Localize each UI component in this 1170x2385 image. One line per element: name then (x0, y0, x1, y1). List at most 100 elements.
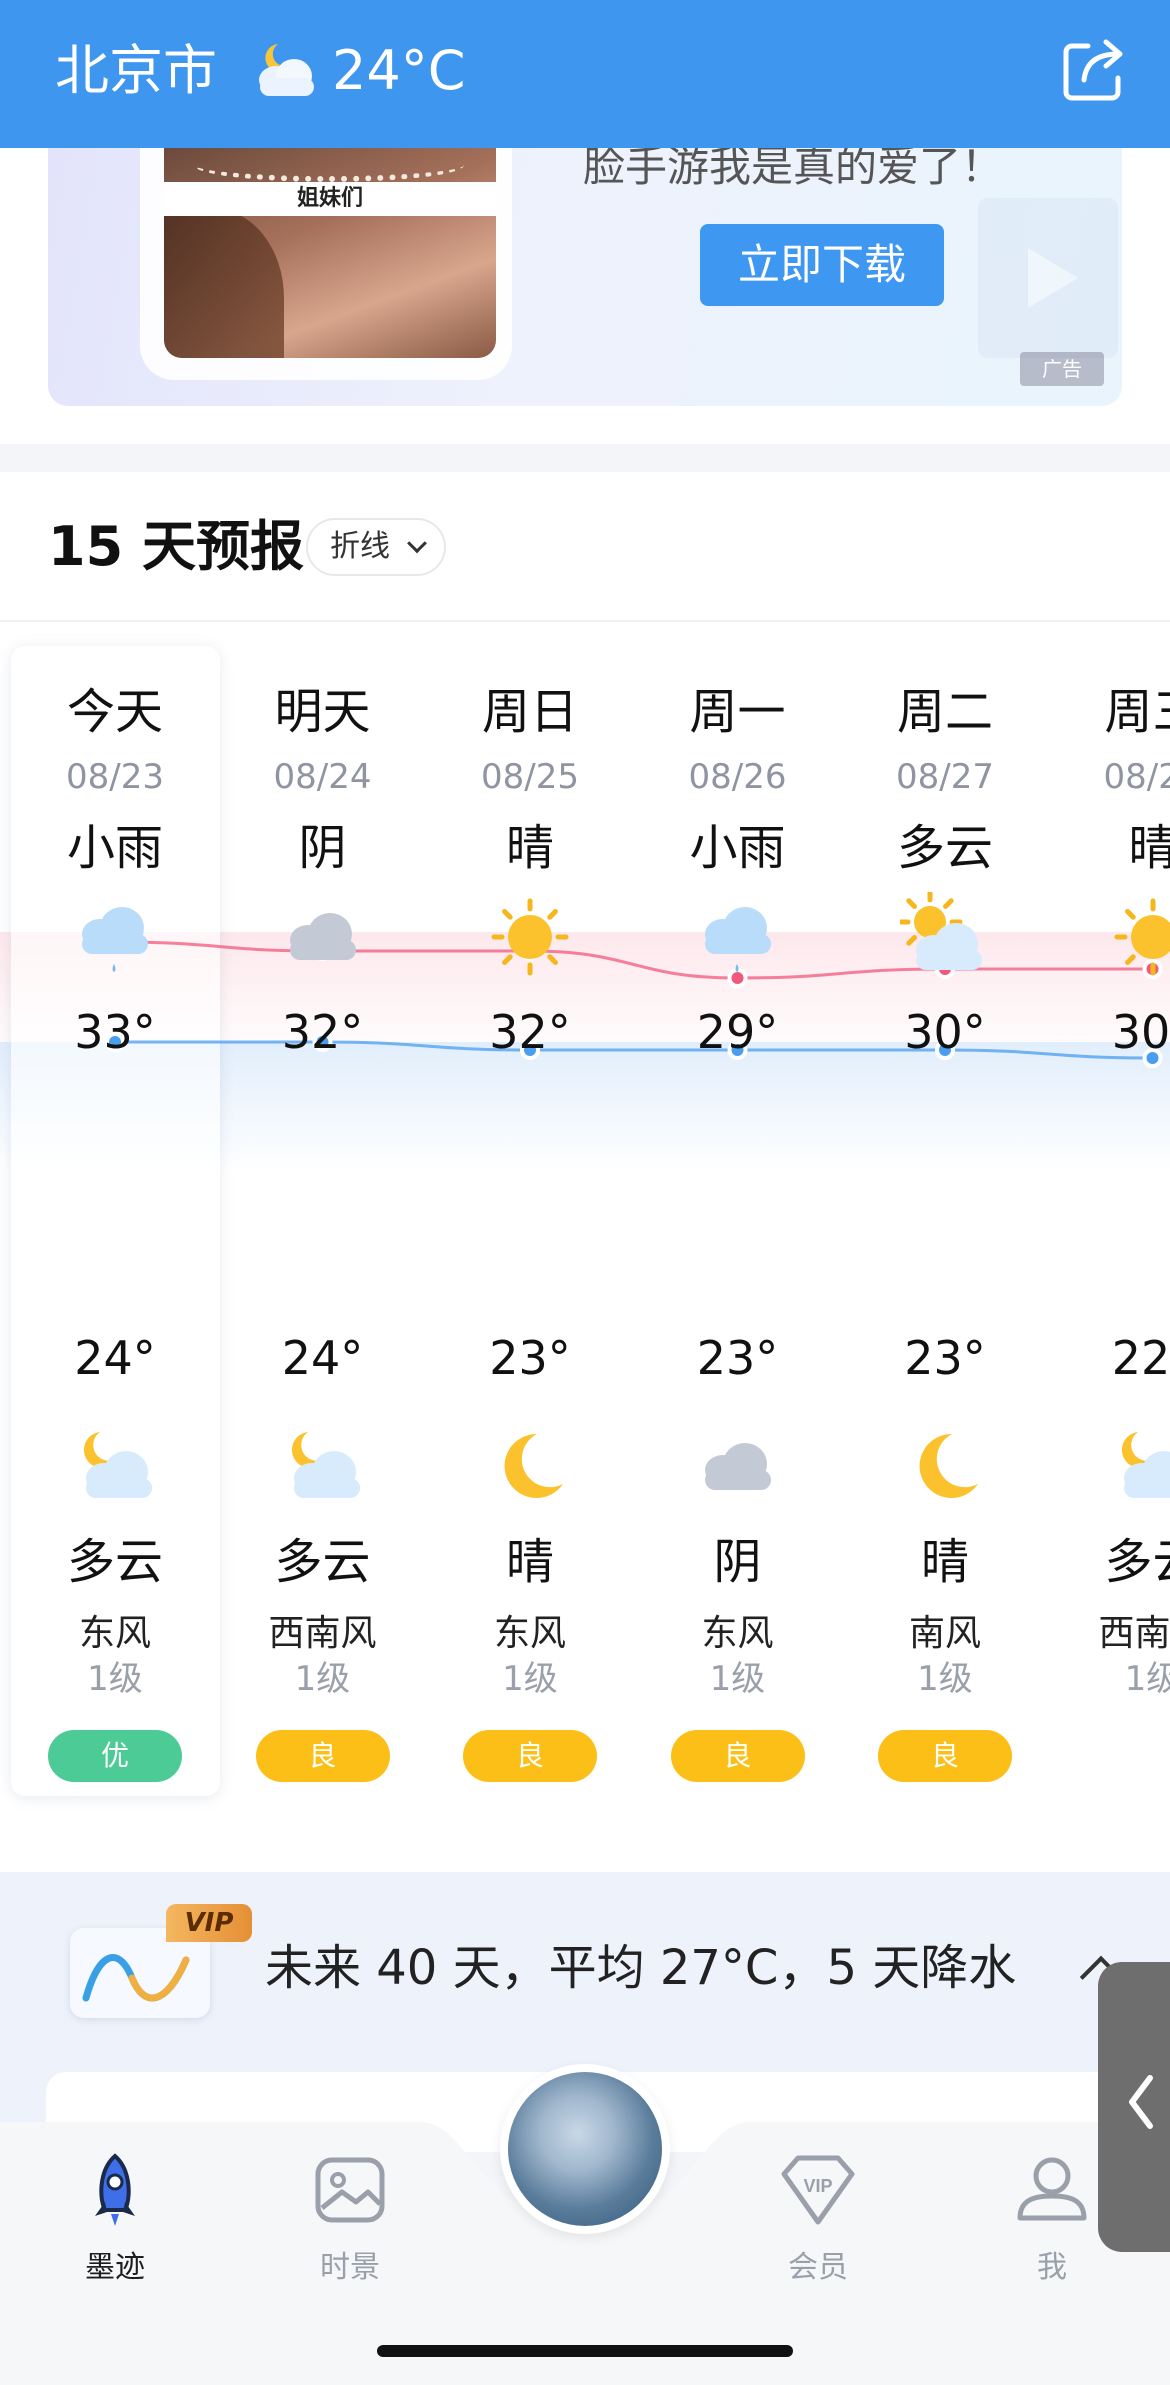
day-date: 08/24 (273, 757, 372, 797)
nav-label: 会员 (788, 2250, 848, 2285)
low-temp-label: 24° (74, 1331, 156, 1385)
night-weather: 阴 (713, 1534, 762, 1590)
forecast-day-column[interactable]: 周二 08/27 多云 30° 23° 晴南风 1级良 (840, 622, 1050, 1822)
center-sky-button[interactable] (500, 2064, 670, 2234)
chart-mode-dropdown[interactable]: 折线 (306, 518, 446, 576)
image-icon (315, 2157, 385, 2223)
side-drawer-handle[interactable] (1098, 1962, 1170, 2252)
day-name: 周日 (481, 684, 578, 740)
day-date: 08/23 (66, 757, 164, 797)
forecast-day-column[interactable]: 明天 08/24 阴 32° 24° 多云西南风 1级良 (218, 622, 428, 1822)
high-temp-label: 33° (74, 1005, 156, 1059)
forecast-day-column[interactable]: 今天 08/23 小雨 33° 24° 多云东风 1级优 (10, 622, 220, 1822)
high-temp-label: 32° (489, 1005, 571, 1059)
day-name: 今天 (66, 684, 163, 740)
aqi-badge[interactable]: 良 (670, 1730, 805, 1782)
chevron-down-icon (407, 533, 427, 554)
forecast-section: 15 天预报 折线 今天 08/23 小雨 33° 24° 多云东风 1级优 明天 08/24 阴… (0, 472, 1170, 1872)
day-weather: 小雨 (689, 820, 786, 876)
high-temp-label: 29° (696, 1005, 779, 1059)
vip-badge: VIP (166, 1904, 252, 1942)
wind-level: 1级 (917, 1659, 973, 1699)
nav-item-shijing[interactable]: 时景 (270, 2152, 430, 2302)
aqi-badge[interactable]: 良 (255, 1730, 390, 1782)
wind-level: 1级 (87, 1659, 143, 1699)
day-weather: 晴 (505, 820, 554, 876)
current-temperature: 24°C (332, 39, 466, 102)
sunny-icon (1114, 898, 1170, 976)
day-date: 08/25 (481, 757, 579, 797)
share-icon[interactable] (1058, 36, 1128, 106)
aqi-badge[interactable]: 优 (48, 1730, 182, 1782)
ad-text: 脸手游我是真的爱了！ (583, 148, 1004, 191)
ad-image (164, 148, 496, 358)
play-icon (978, 198, 1118, 358)
wind-direction: 东风 (493, 1613, 566, 1654)
forty-day-summary: 未来 40 天，平均 27°C，5 天降水 (265, 1940, 1017, 1996)
day-weather: 晴 (1128, 820, 1170, 876)
night-weather: 晴 (505, 1534, 554, 1590)
day-weather: 小雨 (66, 820, 163, 876)
nav-label: 我 (1037, 2250, 1067, 2285)
nav-item-moji[interactable]: 墨迹 (35, 2152, 195, 2302)
partly-cloudy-night-icon (1121, 1432, 1170, 1498)
vip-diamond-icon: VIP (781, 2155, 855, 2225)
high-temp-label: 30° (904, 1005, 986, 1059)
wind-level: 1级 (294, 1659, 351, 1699)
day-date: 08/28 (1103, 757, 1170, 797)
svg-text:VIP: VIP (803, 2176, 832, 2196)
aqi-badge[interactable]: 良 (878, 1730, 1012, 1782)
day-weather: 多云 (896, 820, 993, 876)
partly-cloudy-day-icon (900, 892, 982, 970)
wind-direction: 西南风 (268, 1613, 377, 1654)
forecast-day-column[interactable]: 周日 08/25 晴 32° 23° 晴东风 1级良 (425, 622, 635, 1822)
forecast-day-column[interactable]: 周一 08/26 小雨 29° 23° 阴东风 1级良 (633, 622, 843, 1822)
overcast-icon (289, 913, 356, 960)
low-temp-label: 23° (489, 1331, 571, 1385)
ad-banner[interactable]: 姐妹们 脸手游我是真的爱了！ 立即下载 广告 (48, 148, 1122, 406)
moon-icon (504, 1433, 563, 1498)
night-weather: 多云 (66, 1534, 163, 1590)
wind-direction: 东风 (701, 1613, 774, 1654)
high-temp-label: 32° (281, 1005, 364, 1059)
nav-item-vip[interactable]: VIP 会员 (738, 2152, 898, 2302)
forecast-day-column[interactable]: 周三 08/28 晴 30° 22° 多云西南风 1级 (1048, 622, 1170, 1822)
night-weather: 晴 (920, 1534, 969, 1590)
low-temp-label: 23° (696, 1331, 779, 1385)
night-weather: 多云 (274, 1534, 371, 1590)
wind-direction: 东风 (78, 1613, 151, 1654)
ad-badge: 广告 (1020, 352, 1104, 386)
partly-cloudy-night-icon (291, 1432, 360, 1498)
wind-level: 1级 (502, 1659, 558, 1699)
wind-level: 1级 (1124, 1659, 1170, 1699)
ad-image-caption: 姐妹们 (164, 182, 496, 216)
day-date: 08/27 (896, 757, 994, 797)
low-temp-label: 24° (281, 1331, 364, 1385)
partly-cloudy-night-icon (259, 44, 314, 96)
day-date: 08/26 (688, 757, 787, 797)
chevron-left-icon (1129, 2075, 1153, 2129)
day-name: 明天 (274, 684, 371, 740)
sky-photo-icon (508, 2072, 662, 2226)
chart-mode-label: 折线 (330, 529, 390, 564)
top-bar: 北京市 24°C (0, 0, 1170, 148)
low-temp-label: 22° (1111, 1331, 1170, 1385)
forecast-title: 15 天预报 (48, 515, 304, 578)
download-button[interactable]: 立即下载 (700, 224, 944, 306)
light-rain-icon (704, 907, 771, 972)
ad-section: 姐妹们 脸手游我是真的爱了！ 立即下载 广告 (0, 148, 1170, 444)
city-name[interactable]: 北京市 (55, 36, 217, 106)
forecast-grid: 今天 08/23 小雨 33° 24° 多云东风 1级优 明天 08/24 阴 32° 24° 多云西南… (0, 622, 1170, 1872)
wind-direction: 西南风 (1098, 1613, 1170, 1654)
sunny-icon (491, 898, 569, 976)
user-icon (1017, 2157, 1087, 2221)
light-rain-icon (82, 907, 148, 972)
low-temp-label: 23° (904, 1331, 986, 1385)
rocket-icon (95, 2153, 135, 2226)
day-weather: 阴 (298, 820, 347, 876)
aqi-badge[interactable]: 良 (463, 1730, 597, 1782)
day-name: 周二 (896, 684, 993, 740)
nav-label: 时景 (320, 2250, 380, 2285)
wind-level: 1级 (709, 1659, 766, 1699)
home-indicator (377, 2345, 793, 2357)
